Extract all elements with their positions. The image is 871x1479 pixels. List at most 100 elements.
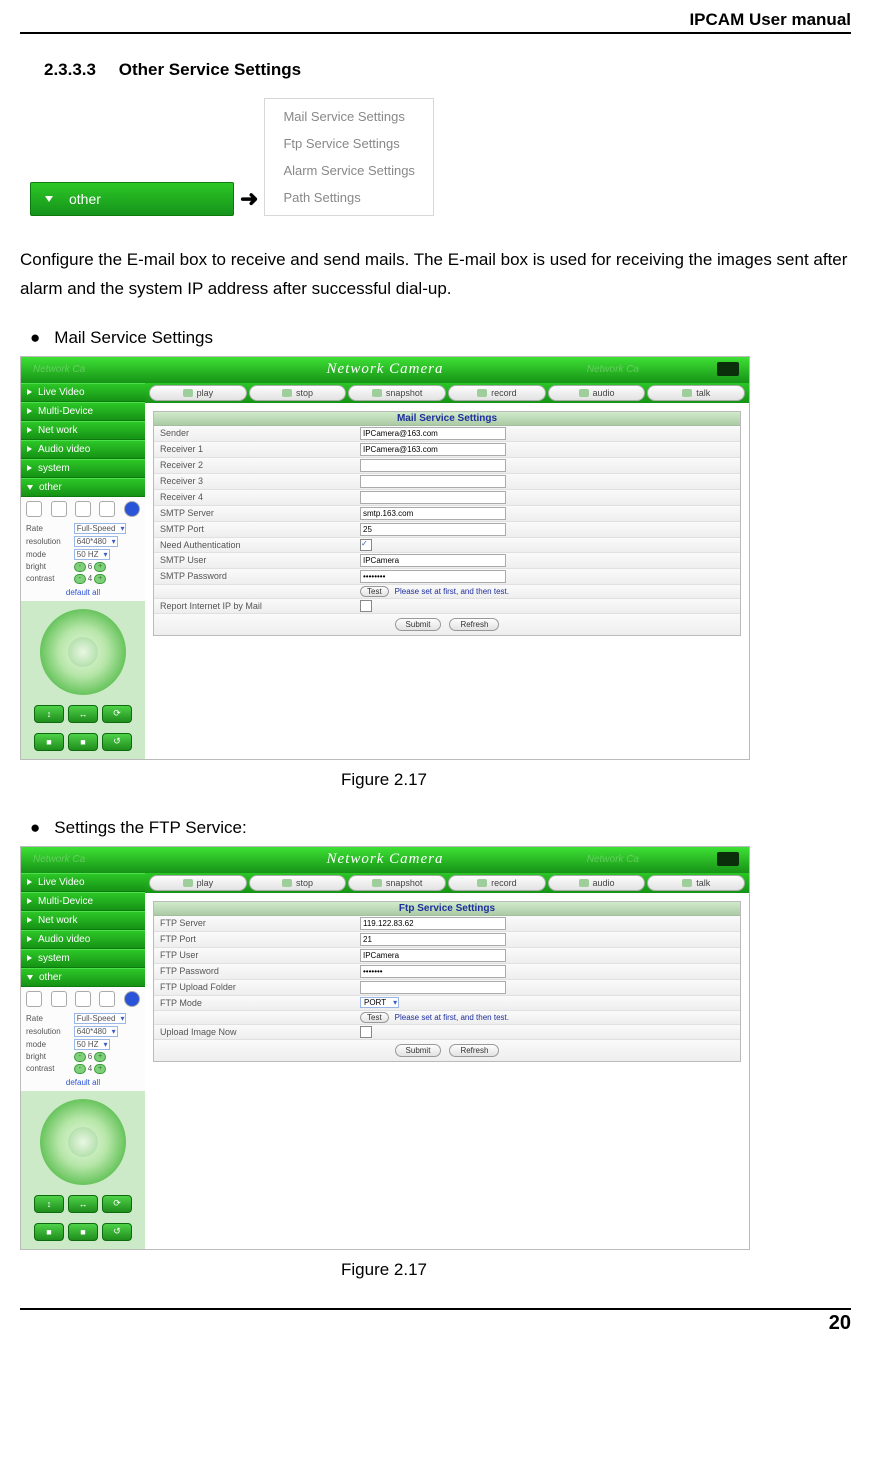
ftp-mode-select[interactable]: PORT <box>360 997 399 1008</box>
ptz-button[interactable]: ↺ <box>102 733 132 751</box>
snapshot-icon <box>372 879 382 887</box>
receiver3-input[interactable] <box>360 475 506 488</box>
ptz-button[interactable]: ↕ <box>34 705 64 723</box>
ftp-password-label: FTP Password <box>154 964 356 979</box>
rate-label: Rate <box>25 523 71 534</box>
bright-label: bright <box>25 562 71 572</box>
mode-select[interactable]: 50 HZ <box>74 549 110 560</box>
record-button[interactable]: record <box>448 385 546 401</box>
resolution-select[interactable]: 640*480 <box>74 1026 118 1037</box>
sidebar-item-live-video[interactable]: Live Video <box>21 873 145 892</box>
talk-button[interactable]: talk <box>647 385 745 401</box>
view-mode-icon[interactable] <box>75 991 91 1007</box>
talk-button[interactable]: talk <box>647 875 745 891</box>
snapshot-button[interactable]: snapshot <box>348 875 446 891</box>
smtp-password-input[interactable] <box>360 570 506 583</box>
record-button[interactable]: record <box>448 875 546 891</box>
ptz-dial[interactable] <box>40 1099 126 1185</box>
audio-button[interactable]: audio <box>548 875 646 891</box>
submenu-item[interactable]: Ftp Service Settings <box>271 130 427 157</box>
sidebar-item-live-video[interactable]: Live Video <box>21 383 145 402</box>
view-mode-icon-active[interactable] <box>124 991 140 1007</box>
ptz-button[interactable]: ■ <box>34 1223 64 1241</box>
ptz-button[interactable]: ⟳ <box>102 1195 132 1213</box>
bright-slider[interactable]: -6+ <box>74 1052 140 1062</box>
sidebar-item-other[interactable]: other <box>21 478 145 497</box>
ftp-mode-label: FTP Mode <box>154 996 356 1010</box>
default-all-link[interactable]: default all <box>23 1078 143 1087</box>
sidebar-item-network[interactable]: Net work <box>21 421 145 440</box>
report-ip-label: Report Internet IP by Mail <box>154 599 356 613</box>
ptz-button[interactable]: ↔ <box>68 705 98 723</box>
ptz-button[interactable]: ⟳ <box>102 705 132 723</box>
view-mode-icon[interactable] <box>51 501 67 517</box>
receiver1-input[interactable] <box>360 443 506 456</box>
ftp-password-input[interactable] <box>360 965 506 978</box>
submenu-item[interactable]: Alarm Service Settings <box>271 157 427 184</box>
sender-label: Sender <box>154 426 356 441</box>
test-note: Please set at first, and then test. <box>395 1013 509 1022</box>
ptz-button[interactable]: ■ <box>68 1223 98 1241</box>
rate-select[interactable]: Full-Speed <box>74 1013 127 1024</box>
ptz-button[interactable]: ↔ <box>68 1195 98 1213</box>
submenu-item[interactable]: Path Settings <box>271 184 427 211</box>
submit-button[interactable]: Submit <box>395 618 442 631</box>
contrast-slider[interactable]: -4+ <box>74 574 140 584</box>
test-button[interactable]: Test <box>360 586 389 597</box>
ptz-dial[interactable] <box>40 609 126 695</box>
ftp-port-input[interactable] <box>360 933 506 946</box>
view-mode-icon-active[interactable] <box>124 501 140 517</box>
sidebar-item-network[interactable]: Net work <box>21 911 145 930</box>
ftp-server-input[interactable] <box>360 917 506 930</box>
stop-button[interactable]: stop <box>249 875 347 891</box>
ptz-button[interactable]: ↺ <box>102 1223 132 1241</box>
receiver4-input[interactable] <box>360 491 506 504</box>
report-ip-checkbox[interactable] <box>360 600 372 612</box>
mode-select[interactable]: 50 HZ <box>74 1039 110 1050</box>
test-button[interactable]: Test <box>360 1012 389 1023</box>
ptz-button[interactable]: ↕ <box>34 1195 64 1213</box>
audio-button[interactable]: audio <box>548 385 646 401</box>
upload-now-checkbox[interactable] <box>360 1026 372 1038</box>
sidebar-item-system[interactable]: system <box>21 459 145 478</box>
submit-button[interactable]: Submit <box>395 1044 442 1057</box>
play-button[interactable]: play <box>149 385 247 401</box>
play-button[interactable]: play <box>149 875 247 891</box>
smtp-user-input[interactable] <box>360 554 506 567</box>
view-mode-icon[interactable] <box>99 501 115 517</box>
refresh-button[interactable]: Refresh <box>449 618 499 631</box>
refresh-button[interactable]: Refresh <box>449 1044 499 1057</box>
stop-button[interactable]: stop <box>249 385 347 401</box>
need-auth-checkbox[interactable] <box>360 539 372 551</box>
view-mode-icon[interactable] <box>51 991 67 1007</box>
rate-select[interactable]: Full-Speed <box>74 523 127 534</box>
smtp-port-input[interactable] <box>360 523 506 536</box>
screenshot-mail: Network Ca Network Camera Network Ca Liv… <box>20 356 750 760</box>
view-mode-icon[interactable] <box>75 501 91 517</box>
smtp-server-input[interactable] <box>360 507 506 520</box>
resolution-select[interactable]: 640*480 <box>74 536 118 547</box>
view-mode-icon[interactable] <box>26 501 42 517</box>
ftp-user-input[interactable] <box>360 949 506 962</box>
view-mode-icon[interactable] <box>26 991 42 1007</box>
sidebar-item-audio-video[interactable]: Audio video <box>21 930 145 949</box>
ptz-button[interactable]: ■ <box>34 733 64 751</box>
sender-input[interactable] <box>360 427 506 440</box>
sidebar-item-audio-video[interactable]: Audio video <box>21 440 145 459</box>
other-dropdown-button[interactable]: other <box>30 182 234 216</box>
snapshot-button[interactable]: snapshot <box>348 385 446 401</box>
sidebar-item-other[interactable]: other <box>21 968 145 987</box>
submenu-item[interactable]: Mail Service Settings <box>271 103 427 130</box>
ptz-button[interactable]: ■ <box>68 733 98 751</box>
chevron-down-icon <box>45 196 53 202</box>
default-all-link[interactable]: default all <box>23 588 143 597</box>
sidebar-item-system[interactable]: system <box>21 949 145 968</box>
ftp-folder-input[interactable] <box>360 981 506 994</box>
view-mode-icon[interactable] <box>99 991 115 1007</box>
sidebar-item-multi-device[interactable]: Multi-Device <box>21 892 145 911</box>
bright-slider[interactable]: -6+ <box>74 562 140 572</box>
receiver2-input[interactable] <box>360 459 506 472</box>
smtp-password-label: SMTP Password <box>154 569 356 584</box>
sidebar-item-multi-device[interactable]: Multi-Device <box>21 402 145 421</box>
contrast-slider[interactable]: -4+ <box>74 1064 140 1074</box>
